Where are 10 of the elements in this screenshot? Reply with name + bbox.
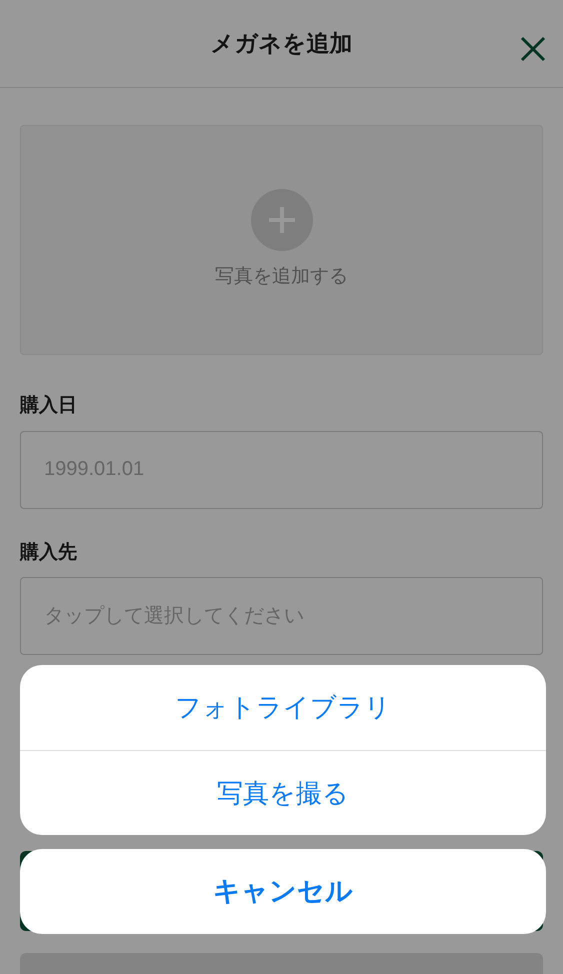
sheet-option[interactable]: 写真を撮る: [20, 750, 546, 835]
cancel-button[interactable]: キャンセル: [20, 849, 546, 934]
close-icon[interactable]: [520, 36, 546, 62]
photo-add-label: 写真を追加する: [215, 264, 348, 289]
sheet-option[interactable]: フォトライブラリ: [20, 665, 546, 750]
screen-title: メガネを追加: [210, 29, 352, 58]
field-label: 購入日: [20, 394, 78, 418]
plus-icon: [250, 188, 312, 251]
photo-add-area[interactable]: 写真を追加する: [20, 125, 543, 355]
field-label: 購入先: [20, 540, 78, 564]
